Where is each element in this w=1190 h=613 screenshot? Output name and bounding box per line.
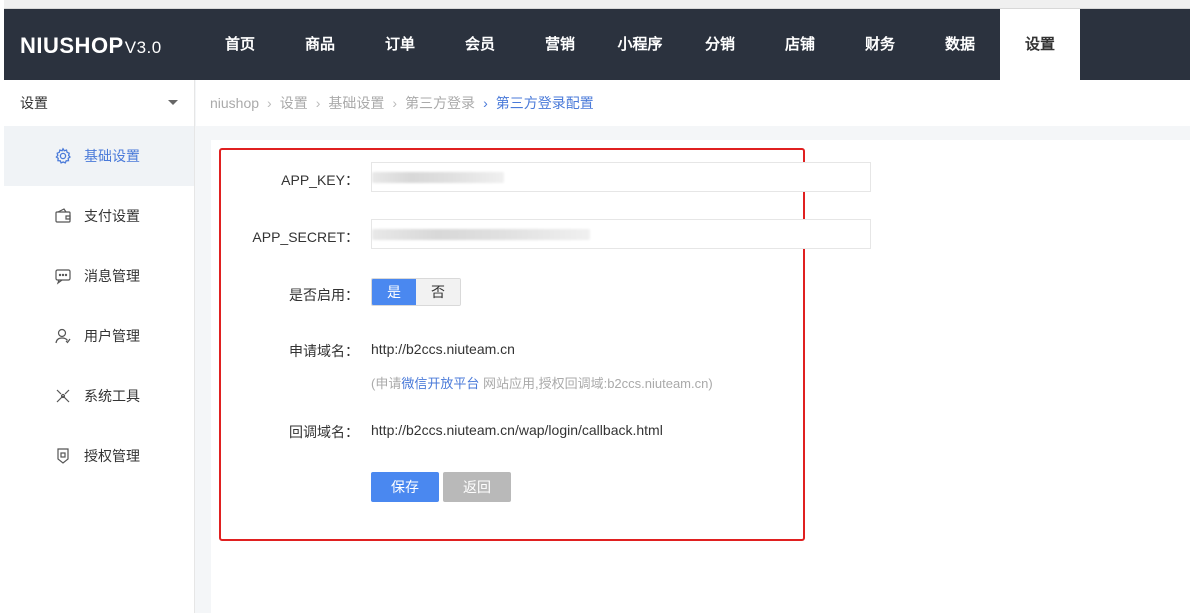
nav-store[interactable]: 店铺 (760, 9, 840, 80)
caret-down-icon (168, 100, 178, 105)
sidebar-item-label: 支付设置 (84, 208, 140, 224)
redacted-value (372, 172, 504, 183)
license-icon (54, 447, 72, 465)
callback-value: http://b2ccs.niuteam.cn/wap/login/callba… (371, 422, 663, 438)
breadcrumb-third-party-login[interactable]: 第三方登录 (405, 93, 475, 113)
back-button[interactable]: 返回 (443, 472, 511, 502)
chevron-right-icon: › (315, 95, 321, 111)
nav-settings[interactable]: 设置 (1000, 9, 1080, 80)
domain-hint: (申请微信开放平台 网站应用,授权回调域:b2ccs.niuteam.cn) (371, 373, 713, 392)
chevron-right-icon: › (392, 95, 398, 111)
sidebar-item-label: 系统工具 (84, 388, 140, 404)
user-icon (54, 327, 72, 345)
nav-miniprogram[interactable]: 小程序 (600, 9, 680, 80)
brand-name: NIUSHOP (20, 33, 124, 58)
nav-orders[interactable]: 订单 (360, 9, 440, 80)
main-nav: 首页 商品 订单 会员 营销 小程序 分销 店铺 财务 数据 设置 (200, 9, 1080, 80)
callback-label: 回调域名： (289, 424, 359, 440)
tools-icon (54, 387, 72, 405)
sidebar-item-label: 基础设置 (84, 148, 140, 164)
domain-label: 申请域名： (289, 343, 359, 359)
enable-no-option[interactable]: 否 (416, 279, 460, 305)
hint-prefix: (申请 (371, 376, 402, 391)
sidebar-item-license-management[interactable]: 授权管理 (4, 426, 194, 486)
breadcrumb-settings[interactable]: 设置 (280, 93, 308, 113)
app-secret-input[interactable] (371, 219, 871, 249)
sidebar-item-label: 用户管理 (84, 328, 140, 344)
save-button[interactable]: 保存 (371, 472, 439, 502)
sidebar-header[interactable]: 设置 (4, 80, 194, 126)
sidebar-item-label: 消息管理 (84, 268, 140, 284)
breadcrumb-current: 第三方登录配置 (495, 95, 594, 111)
sidebar-item-message-management[interactable]: 消息管理 (4, 246, 194, 306)
nav-marketing[interactable]: 营销 (520, 9, 600, 80)
sidebar-item-label: 授权管理 (84, 448, 140, 464)
app-secret-label: APP_SECRET： (252, 229, 359, 245)
sidebar-item-payment-settings[interactable]: 支付设置 (4, 186, 194, 246)
breadcrumb-home[interactable]: niushop (210, 95, 259, 111)
nav-finance[interactable]: 财务 (840, 9, 920, 80)
window-top-strip (0, 0, 1190, 9)
enable-label: 是否启用： (289, 287, 359, 303)
nav-goods[interactable]: 商品 (280, 9, 360, 80)
sidebar-header-label: 设置 (20, 95, 48, 111)
sidebar: 设置 基础设置 支付设置 消息管理 用户管理 系统工具 授权管理 (4, 80, 195, 613)
chevron-right-icon: › (267, 95, 272, 111)
breadcrumb: niushop › 设置 › 基础设置 › 第三方登录 › 第三方登录配置 (196, 80, 1190, 126)
chevron-right-icon: › (483, 95, 488, 111)
enable-yes-option[interactable]: 是 (372, 279, 416, 305)
brand-version: V3.0 (124, 38, 162, 57)
domain-value: http://b2ccs.niuteam.cn (371, 341, 515, 357)
brand-logo: NIUSHOPV3.0 (20, 33, 162, 59)
nav-home[interactable]: 首页 (200, 9, 280, 80)
enable-toggle: 是 否 (371, 278, 461, 306)
app-key-input[interactable] (371, 162, 871, 192)
redacted-value (372, 229, 590, 240)
sidebar-item-basic-settings[interactable]: 基础设置 (4, 126, 194, 186)
hint-suffix: 网站应用,授权回调域:b2ccs.niuteam.cn) (479, 376, 713, 391)
sidebar-item-system-tools[interactable]: 系统工具 (4, 366, 194, 426)
wallet-icon (54, 207, 72, 225)
nav-distribution[interactable]: 分销 (680, 9, 760, 80)
gear-icon (54, 147, 72, 165)
wechat-open-platform-link[interactable]: 微信开放平台 (401, 376, 479, 391)
nav-members[interactable]: 会员 (440, 9, 520, 80)
breadcrumb-basic-settings[interactable]: 基础设置 (328, 93, 384, 113)
top-navbar: NIUSHOPV3.0 首页 商品 订单 会员 营销 小程序 分销 店铺 财务 … (4, 9, 1190, 80)
sidebar-item-user-management[interactable]: 用户管理 (4, 306, 194, 366)
nav-data[interactable]: 数据 (920, 9, 1000, 80)
message-icon (54, 267, 72, 285)
app-key-label: APP_KEY： (281, 172, 359, 188)
